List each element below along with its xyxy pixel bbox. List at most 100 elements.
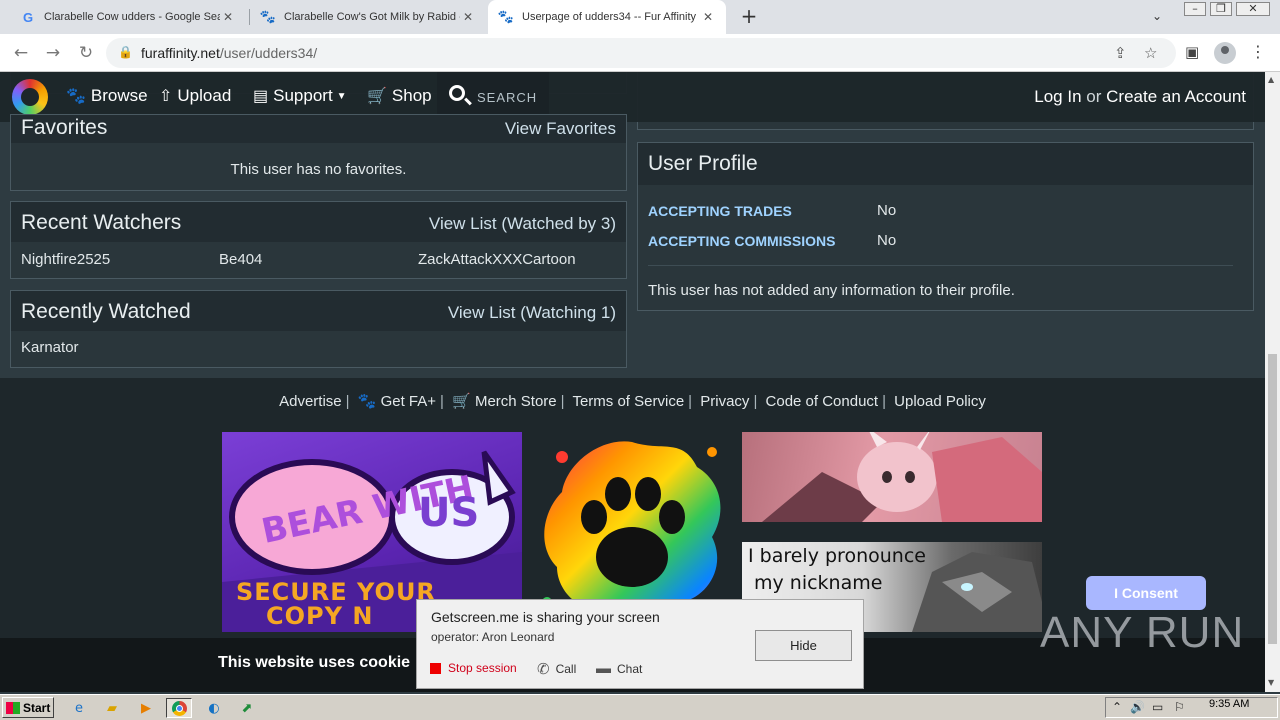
media-player-icon[interactable]: ▶ [133, 698, 159, 718]
getscreen-popup: Getscreen.me is sharing your screen oper… [416, 599, 864, 689]
auth-links: Log In or Create an Account [1034, 87, 1246, 107]
cookie-message: This website uses cookie [218, 654, 411, 671]
page-scrollbar[interactable]: ▲ ▼ [1265, 72, 1280, 692]
tab-title: Userpage of udders34 -- Fur Affinity [522, 11, 697, 23]
watcher-link[interactable]: ZackAttackXXXCartoon [418, 251, 576, 268]
kebab-menu-icon[interactable]: ⋮ [1250, 42, 1266, 61]
folder-icon[interactable]: ▰ [99, 698, 125, 718]
consent-button[interactable]: I Consent [1086, 576, 1206, 610]
character-illustration [762, 432, 1042, 522]
reload-icon[interactable]: ↻ [75, 42, 97, 64]
nav-upload[interactable]: ⇧ Upload [159, 86, 231, 106]
divider [648, 265, 1233, 266]
watcher-link[interactable]: Nightfire2525 [21, 251, 110, 268]
watched-user-link[interactable]: Karnator [21, 339, 79, 356]
recent-watchers-title: Recent Watchers [21, 211, 182, 234]
ie-icon[interactable]: e [66, 698, 92, 718]
new-tab-button[interactable]: + [738, 6, 760, 28]
browser-toolbar: ← → ↻ 🔒 furaffinity.net/user/udders34/ ⇪… [0, 34, 1280, 72]
upload-icon: ⇧ [159, 88, 173, 105]
window-close-button[interactable]: ✕ [1236, 2, 1270, 16]
user-profile-header: User Profile [638, 143, 1253, 185]
profile-avatar-icon[interactable] [1214, 42, 1236, 64]
character-art-banner[interactable] [742, 432, 1042, 522]
favorites-empty-text: This user has no favorites. [230, 161, 407, 178]
nav-support[interactable]: ▤ Support ▼ [253, 86, 347, 106]
address-bar[interactable]: 🔒 furaffinity.net/user/udders34/ ⇪ ☆ [106, 38, 1176, 68]
recently-watched-panel: Recently Watched View List (Watching 1) … [10, 290, 627, 368]
watching-view-list-link[interactable]: View List (Watching 1) [448, 303, 616, 323]
support-icon: ▤ [253, 88, 269, 105]
create-account-link[interactable]: Create an Account [1106, 87, 1246, 106]
user-profile-panel: User Profile ACCEPTING TRADES No ACCEPTI… [637, 142, 1254, 311]
merch-store-link[interactable]: Merch Store [475, 393, 557, 410]
search-label: SEARCH [477, 90, 538, 105]
volume-icon[interactable]: 🔊 [1130, 700, 1145, 714]
windows-logo-icon [6, 701, 20, 714]
app-icon[interactable]: ⬈ [234, 698, 260, 718]
recently-watched-title: Recently Watched [21, 300, 191, 323]
google-icon: G [22, 9, 34, 25]
close-icon[interactable]: ✕ [220, 10, 236, 24]
lock-icon: 🔒 [118, 45, 133, 59]
nav-browse[interactable]: 🐾 Browse [66, 86, 148, 106]
upload-policy-link[interactable]: Upload Policy [894, 393, 986, 410]
advertise-link[interactable]: Advertise [279, 393, 342, 410]
tab-google-search[interactable]: G Clarabelle Cow udders - Google Sear ✕ [10, 0, 246, 34]
cart-icon: 🛒 [452, 393, 471, 410]
accepting-trades-value: No [877, 202, 897, 219]
get-fa-plus-link[interactable]: Get FA+ [381, 393, 436, 410]
chrome-icon[interactable] [166, 698, 192, 718]
getscreen-operator: operator: Aron Leonard [431, 630, 555, 644]
paw-icon: 🐾 [357, 393, 377, 410]
flag-icon[interactable]: ⚐ [1174, 700, 1185, 714]
user-profile-title: User Profile [648, 152, 758, 175]
paw-icon: 🐾 [259, 9, 277, 24]
watcher-link[interactable]: Be404 [219, 251, 262, 268]
recently-watched-header: Recently Watched View List (Watching 1) [11, 291, 626, 331]
close-icon[interactable]: ✕ [460, 10, 476, 24]
view-favorites-link[interactable]: View Favorites [505, 119, 616, 139]
cart-icon: 🛒 [367, 88, 387, 105]
scrollbar-thumb[interactable] [1268, 354, 1277, 644]
chat-label: Chat [617, 661, 643, 676]
call-label: Call [555, 662, 577, 676]
network-icon[interactable]: ▭ [1152, 700, 1163, 714]
recent-watchers-panel: Recent Watchers View List (Watched by 3)… [10, 201, 627, 279]
fa-logo-icon[interactable] [12, 79, 48, 115]
accepting-commissions-label: ACCEPTING COMMISSIONS [648, 233, 836, 249]
forward-arrow-icon[interactable]: → [42, 42, 64, 64]
search-icon [449, 85, 465, 101]
chat-button[interactable]: ▬ Chat [596, 660, 642, 677]
privacy-link[interactable]: Privacy [700, 393, 749, 410]
call-button[interactable]: ✆ Call [537, 660, 576, 678]
tab-clarabelle-milk[interactable]: 🐾 Clarabelle Cow's Got Milk by Rabid -- … [250, 0, 486, 34]
chevron-down-icon[interactable]: ⌄ [1152, 9, 1162, 23]
sidebar-icon[interactable]: ▣ [1185, 43, 1199, 61]
favorites-header: Favorites View Favorites [11, 115, 626, 143]
terms-link[interactable]: Terms of Service [572, 393, 684, 410]
nickname-line-2: my nickname [754, 572, 883, 594]
anyrun-watermark: ANY RUN [1040, 608, 1245, 657]
share-icon[interactable]: ⇪ [1114, 44, 1127, 62]
tab-title: Clarabelle Cow's Got Milk by Rabid -- [284, 11, 460, 23]
stop-session-label: Stop session [448, 661, 517, 675]
minimize-button[interactable]: – [1184, 2, 1206, 16]
watchers-view-list-link[interactable]: View List (Watched by 3) [429, 214, 616, 234]
stop-session-button[interactable]: Stop session [430, 661, 517, 675]
star-icon[interactable]: ☆ [1144, 44, 1157, 62]
browser-tab-bar: G Clarabelle Cow udders - Google Sear ✕ … [0, 0, 1280, 34]
login-link[interactable]: Log In [1034, 87, 1081, 106]
edge-icon[interactable]: ◐ [201, 698, 227, 718]
back-arrow-icon[interactable]: ← [10, 42, 32, 64]
tab-userpage-active[interactable]: 🐾 Userpage of udders34 -- Fur Affinity ✕ [488, 0, 726, 34]
nav-shop[interactable]: 🛒 Shop [367, 86, 432, 106]
scroll-down-icon[interactable]: ▼ [1268, 678, 1274, 687]
code-of-conduct-link[interactable]: Code of Conduct [766, 393, 879, 410]
close-icon[interactable]: ✕ [700, 10, 716, 24]
restore-button[interactable]: ❐ [1210, 2, 1232, 16]
start-button[interactable]: Start [2, 697, 54, 718]
chevron-up-icon[interactable]: ⌃ [1112, 700, 1122, 714]
scroll-up-icon[interactable]: ▲ [1268, 75, 1274, 84]
hide-button[interactable]: Hide [755, 630, 852, 661]
